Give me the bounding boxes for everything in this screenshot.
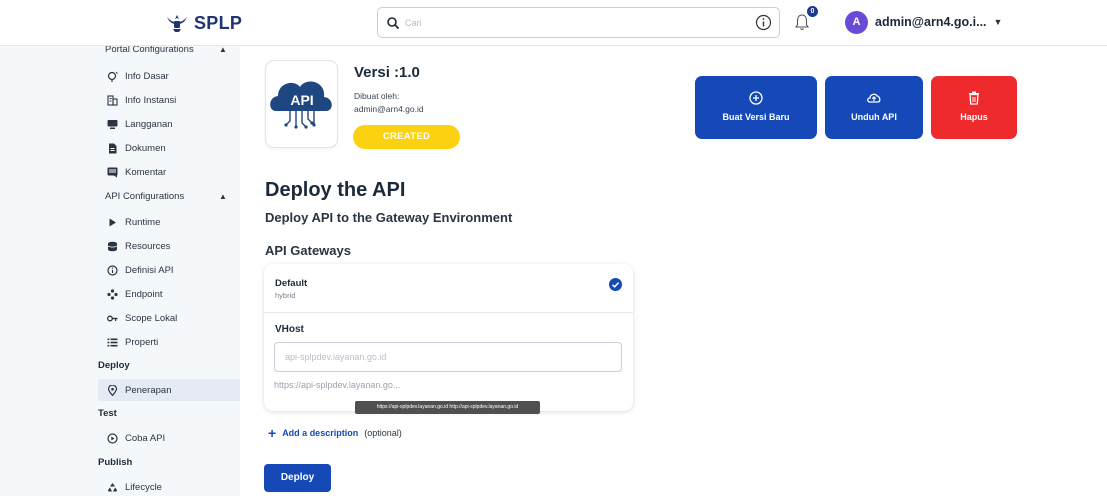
sidebar-item-penerapan[interactable]: Penerapan xyxy=(98,379,240,401)
api-version: Versi :1.0 xyxy=(354,64,420,81)
user-menu[interactable]: A admin@arn4.go.i... ▼ xyxy=(845,9,1002,35)
section-publish: Publish xyxy=(98,457,133,468)
sidebar-item-label: Resources xyxy=(125,240,171,252)
api-configurations-group[interactable]: API Configurations ▲ xyxy=(105,191,227,202)
info-icon xyxy=(107,264,118,276)
group-label: API Configurations xyxy=(105,191,185,202)
vhost-tooltip: https://api-splpdev.layanan.go.id http:/… xyxy=(355,401,540,414)
created-by-value: admin@arn4.go.id xyxy=(354,104,424,114)
check-circle-icon[interactable] xyxy=(609,278,622,291)
portal-configurations-group[interactable]: Portal Configurations ▲ xyxy=(105,46,227,55)
vhost-url-hint: https://api-splpdev.layanan.go... xyxy=(274,380,401,390)
subscription-icon xyxy=(107,119,118,130)
location-pin-icon xyxy=(107,384,118,396)
sidebar-item-runtime[interactable]: Runtime xyxy=(98,211,240,233)
logo-text: SPLP xyxy=(194,12,243,33)
sidebar-item-label: Komentar xyxy=(125,166,167,178)
garuda-emblem-icon xyxy=(167,15,187,32)
page-title: Deploy the API xyxy=(265,179,406,201)
info-dasar-icon xyxy=(107,71,118,82)
endpoint-icon xyxy=(107,288,118,300)
building-icon xyxy=(107,94,118,106)
sidebar-item-label: Langganan xyxy=(125,118,173,130)
optional-label: (optional) xyxy=(364,428,402,438)
top-header: SPLP 0 A admin@arn4.go.i... ▼ xyxy=(0,0,1107,46)
sidebar-item-label: Scope Lokal xyxy=(125,312,178,324)
new-version-button[interactable]: Buat Versi Baru xyxy=(695,76,817,139)
vhost-input[interactable] xyxy=(274,342,622,372)
comment-icon xyxy=(107,167,118,178)
divider xyxy=(264,312,633,313)
search-input[interactable] xyxy=(405,14,735,32)
button-label: Buat Versi Baru xyxy=(722,112,790,122)
chevron-down-icon: ▼ xyxy=(993,17,1003,27)
avatar: A xyxy=(845,10,868,34)
button-label: Unduh API xyxy=(851,112,897,122)
sidebar-item-info-instansi[interactable]: Info Instansi xyxy=(98,89,240,111)
gateways-heading: API Gateways xyxy=(265,243,351,258)
user-name: admin@arn4.go.i... xyxy=(875,15,987,29)
sidebar-item-endpoint[interactable]: Endpoint xyxy=(98,283,240,305)
sidebar: Portal Configurations ▲ Info Dasar Info … xyxy=(0,46,240,496)
sidebar-item-langganan[interactable]: Langganan xyxy=(98,113,240,135)
sidebar-item-label: Endpoint xyxy=(125,288,163,300)
vhost-label: VHost xyxy=(275,324,304,335)
sidebar-item-label: Properti xyxy=(125,336,159,348)
sidebar-item-label: Coba API xyxy=(125,432,166,444)
group-label: Portal Configurations xyxy=(105,46,194,55)
add-description-link[interactable]: + Add a description (optional) xyxy=(268,425,402,441)
api-cloud-logo: API xyxy=(270,81,332,129)
button-label: Hapus xyxy=(960,112,988,122)
sidebar-item-label: Info Dasar xyxy=(125,70,169,82)
add-description-label: Add a description xyxy=(282,428,359,438)
section-deploy: Deploy xyxy=(98,360,130,371)
sidebar-item-lifecycle[interactable]: Lifecycle xyxy=(98,476,240,496)
sidebar-item-scope-lokal[interactable]: Scope Lokal xyxy=(98,307,240,329)
sidebar-item-label: Dokumen xyxy=(125,142,166,154)
sidebar-item-definisi-api[interactable]: Definisi API xyxy=(98,259,240,281)
play-icon xyxy=(107,217,118,228)
sidebar-item-label: Info Instansi xyxy=(125,94,177,106)
sidebar-item-info-dasar[interactable]: Info Dasar xyxy=(98,65,240,87)
status-badge: CREATED xyxy=(353,125,460,149)
sidebar-item-properti[interactable]: Properti xyxy=(98,331,240,353)
document-icon xyxy=(107,143,118,154)
database-icon xyxy=(107,241,118,252)
gateway-type: hybrid xyxy=(275,291,296,300)
api-logo-card: API xyxy=(265,60,338,148)
recycle-icon xyxy=(107,482,118,493)
cloud-upload-icon xyxy=(867,93,881,103)
created-by-label: Dibuat oleh: xyxy=(354,91,400,101)
info-icon[interactable] xyxy=(755,14,772,31)
collapse-icon[interactable]: ▲ xyxy=(219,46,227,54)
sidebar-item-label: Penerapan xyxy=(125,384,172,396)
key-icon xyxy=(107,313,118,324)
sidebar-item-label: Lifecycle xyxy=(125,481,162,493)
section-test: Test xyxy=(98,408,117,419)
list-icon xyxy=(107,337,118,348)
sidebar-item-coba-api[interactable]: Coba API xyxy=(98,427,240,449)
add-circle-icon xyxy=(749,91,763,105)
collapse-icon[interactable]: ▲ xyxy=(219,192,227,201)
app-logo[interactable]: SPLP xyxy=(166,10,242,36)
trash-icon xyxy=(969,91,979,105)
sidebar-item-dokumen[interactable]: Dokumen xyxy=(98,137,240,159)
search-icon xyxy=(387,17,400,30)
plus-icon: + xyxy=(268,425,277,441)
sidebar-item-komentar[interactable]: Komentar xyxy=(98,161,240,183)
search-bar xyxy=(377,7,780,38)
svg-text:API: API xyxy=(290,92,313,108)
gateway-card[interactable]: Default hybrid VHost https://api-splpdev… xyxy=(264,264,633,411)
sidebar-item-label: Runtime xyxy=(125,216,161,228)
page-subtitle: Deploy API to the Gateway Environment xyxy=(265,210,513,225)
sidebar-item-resources[interactable]: Resources xyxy=(98,235,240,257)
download-api-button[interactable]: Unduh API xyxy=(825,76,923,139)
deploy-button[interactable]: Deploy xyxy=(264,464,331,492)
gateway-name: Default xyxy=(275,278,308,289)
sidebar-item-label: Definisi API xyxy=(125,264,174,276)
play-circle-icon xyxy=(107,432,118,444)
delete-button[interactable]: Hapus xyxy=(931,76,1017,139)
notification-badge: 0 xyxy=(807,6,818,17)
